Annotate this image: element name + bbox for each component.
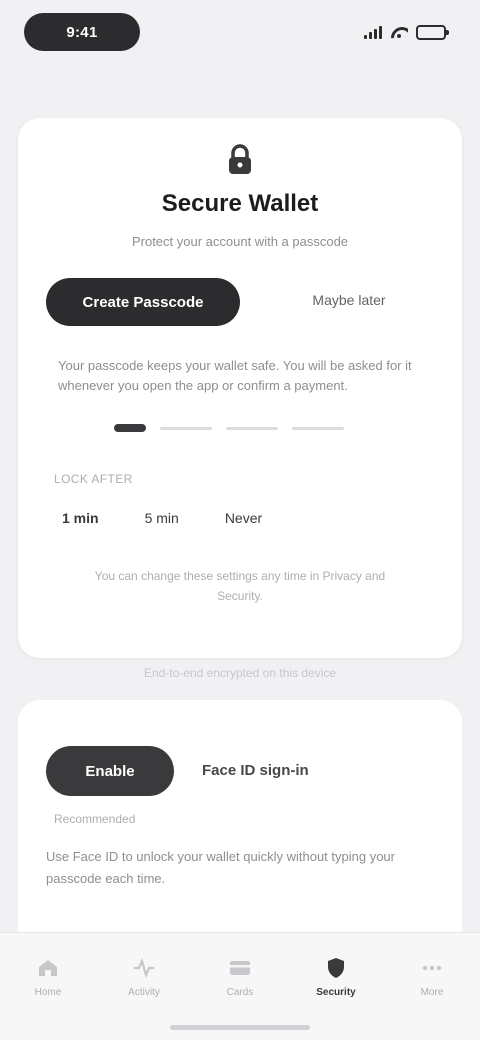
step-indicator <box>114 424 344 432</box>
tab-label: Home <box>34 987 62 998</box>
tab-label: Cards <box>226 987 254 998</box>
step-4 <box>292 426 344 430</box>
signal-icon <box>364 25 382 39</box>
status-time: 9:41 <box>24 13 140 51</box>
tab-security[interactable]: Security <box>300 955 372 998</box>
face-id-card: Enable Face ID sign-in Recommended Use F… <box>18 700 462 932</box>
home-icon <box>35 955 61 981</box>
tab-home[interactable]: Home <box>12 955 84 998</box>
face-id-caption: Recommended <box>54 812 136 826</box>
tab-activity[interactable]: Activity <box>108 955 180 998</box>
encryption-note: End-to-end encrypted on this device <box>143 666 337 680</box>
face-id-heading: Face ID sign-in <box>202 762 309 779</box>
card-subtitle: Protect your account with a passcode <box>131 234 349 249</box>
shield-icon <box>323 955 349 981</box>
fine-print: You can change these settings any time i… <box>94 569 386 603</box>
home-indicator <box>170 1025 310 1030</box>
step-2 <box>160 426 212 430</box>
status-bar: 9:41 <box>0 0 480 64</box>
create-passcode-button[interactable]: Create Passcode <box>46 278 240 326</box>
enable-button[interactable]: Enable <box>46 746 174 796</box>
maybe-later-link[interactable]: Maybe later <box>264 292 434 308</box>
tab-cards[interactable]: Cards <box>204 955 276 998</box>
tab-bar: Home Activity Cards Security More <box>0 932 480 1040</box>
step-3 <box>226 426 278 430</box>
card-description: Your passcode keeps your wallet safe. Yo… <box>58 358 412 393</box>
face-id-body: Use Face ID to unlock your wallet quickl… <box>46 849 395 886</box>
battery-icon <box>416 24 449 40</box>
tab-label: More <box>420 987 444 998</box>
lock-icon <box>222 142 258 178</box>
tab-more[interactable]: More <box>396 955 468 998</box>
more-icon <box>419 955 445 981</box>
wifi-icon <box>390 25 408 39</box>
card-title: Secure Wallet <box>161 190 319 217</box>
passcode-card: Secure Wallet Protect your account with … <box>18 118 462 658</box>
status-indicators <box>364 24 449 40</box>
lock-timeout-options: 1 min 5 min Never <box>54 506 270 530</box>
card-icon <box>227 955 253 981</box>
option-1-min[interactable]: 1 min <box>54 506 107 530</box>
step-1 <box>114 424 146 432</box>
section-label: Lock after <box>54 472 133 486</box>
activity-icon <box>131 955 157 981</box>
option-never[interactable]: Never <box>217 506 270 530</box>
tab-label: Activity <box>128 987 160 998</box>
option-5-min[interactable]: 5 min <box>137 506 187 530</box>
tab-label: Security <box>316 987 356 998</box>
